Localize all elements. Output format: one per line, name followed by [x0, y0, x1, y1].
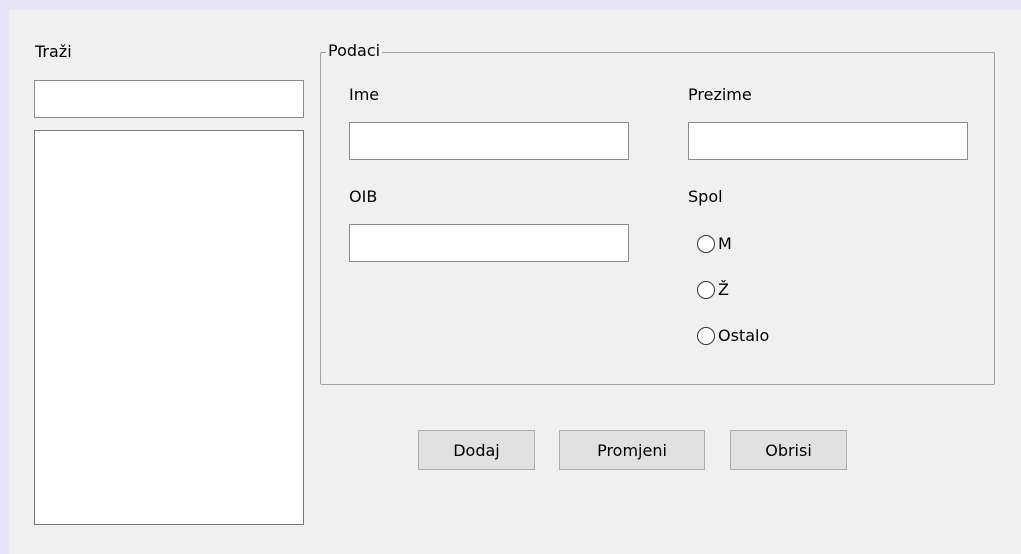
details-groupbox: [320, 52, 995, 385]
first-name-label: Ime: [349, 85, 380, 104]
last-name-input[interactable]: [688, 122, 968, 160]
add-button[interactable]: Dodaj: [418, 430, 535, 470]
oib-input[interactable]: [349, 224, 629, 262]
search-label: Traži: [35, 42, 72, 61]
gender-radio-m[interactable]: M: [697, 234, 732, 254]
results-list[interactable]: [34, 130, 304, 525]
gender-radio-z[interactable]: Ž: [697, 280, 729, 300]
main-window: Traži Podaci Ime Prezime OIB Spol M Ž Os…: [9, 10, 1021, 554]
change-button[interactable]: Promjeni: [559, 430, 705, 470]
details-group-title: Podaci: [326, 41, 383, 60]
radio-circle-icon[interactable]: [697, 235, 715, 253]
search-input[interactable]: [34, 80, 304, 118]
radio-circle-icon[interactable]: [697, 327, 715, 345]
gender-option-label: Ostalo: [718, 326, 770, 345]
oib-label: OIB: [349, 187, 378, 206]
gender-option-label: Ž: [718, 280, 729, 299]
gender-radio-other[interactable]: Ostalo: [697, 326, 769, 346]
first-name-input[interactable]: [349, 122, 629, 160]
gender-label: Spol: [688, 187, 723, 206]
last-name-label: Prezime: [688, 85, 752, 104]
delete-button[interactable]: Obrisi: [730, 430, 847, 470]
radio-circle-icon[interactable]: [697, 281, 715, 299]
gender-option-label: M: [718, 234, 732, 253]
